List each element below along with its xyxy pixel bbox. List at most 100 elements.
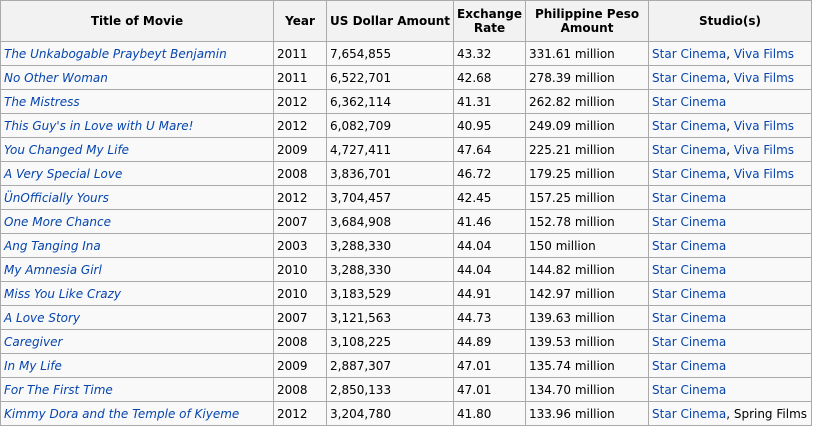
movie-title-cell: Caregiver: [0, 329, 274, 354]
movie-title-link[interactable]: Miss You Like Crazy: [4, 287, 121, 301]
studio-link[interactable]: Viva Films: [734, 119, 794, 133]
usd-amount-cell: 3,836,701: [325, 161, 455, 186]
movie-title-link[interactable]: This Guy's in Love with U Mare!: [4, 119, 194, 133]
studio-link[interactable]: Star Cinema: [652, 239, 726, 253]
movie-title-link[interactable]: Kimmy Dora and the Temple of Kiyeme: [4, 407, 239, 421]
studios-cell: Star Cinema: [648, 329, 813, 354]
studio-link[interactable]: Star Cinema: [652, 95, 726, 109]
table-row: Caregiver 2008 3,108,225 44.89 139.53 millio…: [0, 329, 813, 354]
exchange-rate-cell: 41.80: [453, 401, 527, 426]
exchange-rate-cell: 47.01: [453, 377, 527, 402]
header-title[interactable]: Title of Movie: [0, 0, 274, 42]
movie-title-cell: Miss You Like Crazy: [0, 281, 274, 306]
exchange-rate-cell: 44.89: [453, 329, 527, 354]
exchange-rate-cell: 43.32: [453, 41, 527, 66]
usd-amount-cell: 3,183,529: [325, 281, 455, 306]
exchange-rate-cell: 47.64: [453, 137, 527, 162]
year-cell: 2010: [273, 281, 327, 306]
table-row: For The First Time 2008 2,850,133 47.01 134.…: [0, 377, 813, 402]
studio-link[interactable]: Star Cinema: [652, 119, 726, 133]
php-amount-cell: 179.25 million: [525, 161, 650, 186]
year-cell: 2008: [273, 329, 327, 354]
usd-amount-cell: 7,654,855: [325, 41, 455, 66]
year-cell: 2011: [273, 65, 327, 90]
movie-title-link[interactable]: A Very Special Love: [4, 167, 122, 181]
studio-link[interactable]: Star Cinema: [652, 215, 726, 229]
table-row: My Amnesia Girl 2010 3,288,330 44.04 144.82 …: [0, 257, 813, 282]
movie-title-link[interactable]: The Mistress: [4, 95, 80, 109]
movie-title-cell: A Very Special Love: [0, 161, 274, 186]
php-amount-cell: 144.82 million: [525, 257, 650, 282]
header-rate-line2: Rate: [473, 21, 506, 35]
php-amount-cell: 133.96 million: [525, 401, 650, 426]
movie-title-link[interactable]: No Other Woman: [4, 71, 108, 85]
header-php-line1: Philippine Peso: [534, 7, 640, 21]
usd-amount-cell: 6,522,701: [325, 65, 455, 90]
usd-amount-cell: 6,082,709: [325, 113, 455, 138]
usd-amount-cell: 3,121,563: [325, 305, 455, 330]
exchange-rate-cell: 42.45: [453, 185, 527, 210]
studio-link[interactable]: Star Cinema: [652, 311, 726, 325]
movie-title-cell: No Other Woman: [0, 65, 274, 90]
movie-title-cell: Kimmy Dora and the Temple of Kiyeme: [0, 401, 274, 426]
studio-name: Spring Films: [733, 406, 808, 421]
studio-link[interactable]: Viva Films: [734, 167, 794, 181]
movie-title-link[interactable]: A Love Story: [4, 311, 80, 325]
header-studios[interactable]: Studio(s): [648, 0, 813, 42]
studios-cell: Star Cinema: [648, 377, 813, 402]
header-php[interactable]: Philippine Peso Amount: [525, 0, 650, 42]
exchange-rate-cell: 47.01: [453, 353, 527, 378]
movie-title-link[interactable]: ÜnOfficially Yours: [4, 191, 109, 205]
studio-link[interactable]: Star Cinema: [652, 335, 726, 349]
php-amount-cell: 278.39 million: [525, 65, 650, 90]
studio-link[interactable]: Star Cinema: [652, 167, 726, 181]
usd-amount-cell: 3,204,780: [325, 401, 455, 426]
studio-link[interactable]: Star Cinema: [652, 383, 726, 397]
table-row: One More Chance 2007 3,684,908 41.46 152.78 …: [0, 209, 813, 234]
php-amount-cell: 331.61 million: [525, 41, 650, 66]
studio-link[interactable]: Star Cinema: [652, 143, 726, 157]
usd-amount-cell: 2,850,133: [325, 377, 455, 402]
studios-cell: Star Cinema: [648, 281, 813, 306]
year-cell: 2012: [273, 185, 327, 210]
movie-title-link[interactable]: In My Life: [4, 359, 62, 373]
exchange-rate-cell: 40.95: [453, 113, 527, 138]
header-exchange-rate[interactable]: Exchange Rate: [453, 0, 527, 42]
studios-cell: Star Cinema: [648, 233, 813, 258]
table-row: A Love Story 2007 3,121,563 44.73 139.63 mil…: [0, 305, 813, 330]
box-office-table: Title of Movie Year US Dollar Amount Exc…: [0, 0, 813, 426]
header-year[interactable]: Year: [273, 0, 327, 42]
movie-title-link[interactable]: For The First Time: [4, 383, 113, 397]
studio-link[interactable]: Star Cinema: [652, 407, 726, 421]
movie-title-link[interactable]: My Amnesia Girl: [4, 263, 102, 277]
php-amount-cell: 150 million: [525, 233, 650, 258]
studio-link[interactable]: Viva Films: [734, 143, 794, 157]
studio-link[interactable]: Star Cinema: [652, 287, 726, 301]
php-amount-cell: 225.21 million: [525, 137, 650, 162]
header-usd[interactable]: US Dollar Amount: [325, 0, 455, 42]
movie-title-cell: Ang Tanging Ina: [0, 233, 274, 258]
studio-link[interactable]: Star Cinema: [652, 191, 726, 205]
studios-cell: Star Cinema: [648, 305, 813, 330]
movie-title-link[interactable]: You Changed My Life: [4, 143, 129, 157]
movie-title-link[interactable]: The Unkabogable Praybeyt Benjamin: [4, 47, 227, 61]
studio-link[interactable]: Star Cinema: [652, 263, 726, 277]
table-row: Miss You Like Crazy 2010 3,183,529 44.91 142…: [0, 281, 813, 306]
studio-link[interactable]: Star Cinema: [652, 359, 726, 373]
movie-title-cell: The Mistress: [0, 89, 274, 114]
studio-link[interactable]: Viva Films: [734, 71, 794, 85]
year-cell: 2008: [273, 377, 327, 402]
movie-title-cell: This Guy's in Love with U Mare!: [0, 113, 274, 138]
exchange-rate-cell: 44.04: [453, 233, 527, 258]
movie-title-link[interactable]: Ang Tanging Ina: [4, 239, 101, 253]
php-amount-cell: 139.53 million: [525, 329, 650, 354]
studio-link[interactable]: Star Cinema: [652, 47, 726, 61]
movie-title-link[interactable]: One More Chance: [4, 215, 111, 229]
table-row: Kimmy Dora and the Temple of Kiyeme 2012 3…: [0, 401, 813, 426]
year-cell: 2003: [273, 233, 327, 258]
studio-link[interactable]: Viva Films: [734, 47, 794, 61]
php-amount-cell: 134.70 million: [525, 377, 650, 402]
year-cell: 2009: [273, 353, 327, 378]
movie-title-link[interactable]: Caregiver: [4, 335, 62, 349]
studio-link[interactable]: Star Cinema: [652, 71, 726, 85]
